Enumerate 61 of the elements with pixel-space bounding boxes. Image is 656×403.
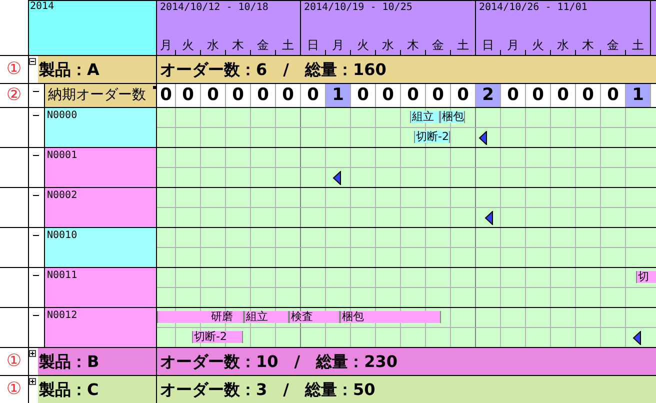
count-cell: 1	[326, 84, 351, 107]
task-bar[interactable]: 梱包	[440, 111, 465, 123]
order-id: N0002	[45, 188, 157, 227]
order-id: N0012	[45, 308, 157, 347]
weekday-label: 日	[301, 37, 326, 55]
weekday-label: 月	[501, 37, 526, 55]
weekday-label: 金	[426, 37, 451, 55]
year-label: 2014	[28, 0, 157, 55]
week-range-label: 2014/10/26 - 11/01	[478, 1, 588, 13]
task-bar[interactable]: 組立	[244, 311, 289, 323]
task-bar[interactable]: 梱包	[340, 311, 441, 323]
weekday-label: 日	[476, 37, 501, 55]
weekday-label: 水	[201, 37, 226, 55]
weekday-label: 木	[576, 37, 601, 55]
task-bar[interactable]: 切断-2	[192, 330, 243, 343]
weekday-label: 水	[551, 37, 576, 55]
product-name: 製品：C	[38, 376, 157, 403]
weekday-label: 土	[276, 37, 301, 55]
product-summary: オーダー数：6 / 総量：160	[157, 56, 656, 83]
week-range-label: 2014/10/12 - 10/18	[159, 1, 270, 13]
order-id: N0010	[45, 228, 157, 267]
product-name: 製品：A	[38, 56, 157, 83]
weekday-label: 火	[176, 37, 201, 55]
task-bar[interactable]: 切断-2	[414, 130, 450, 143]
annotation-marker: ①	[6, 381, 22, 398]
order-id: N0000	[45, 108, 157, 147]
order-id: N0001	[45, 148, 157, 187]
due-order-count-label: 納期オーダー数	[45, 84, 157, 107]
weekday-label: 月	[326, 37, 351, 55]
weekday-label: 火	[526, 37, 551, 55]
annotation-marker: ①	[6, 61, 22, 78]
expand-toggle-icon[interactable]	[29, 58, 36, 65]
week-range-label: 2014/10/19 - 10/25	[303, 1, 414, 13]
weekday-label: 土	[451, 37, 476, 55]
product-summary: オーダー数：3 / 総量：50	[157, 376, 656, 403]
product-summary: オーダー数：10 / 総量：230	[157, 348, 656, 375]
weekday-label: 金	[251, 37, 276, 55]
task-bar[interactable]: 研磨	[157, 311, 244, 323]
weekday-label: 金	[601, 37, 626, 55]
annotation-marker: ①	[6, 353, 22, 370]
deadline-marker-icon	[333, 170, 341, 185]
deadline-marker-icon	[485, 210, 493, 225]
annotation-marker: ②	[6, 87, 22, 104]
weekday-label: 水	[376, 37, 401, 55]
weekday-label: 火	[351, 37, 376, 55]
order-id: N0011	[45, 268, 157, 307]
deadline-marker-icon	[479, 130, 487, 145]
corner-square-icon	[153, 86, 156, 89]
expand-toggle-icon[interactable]	[29, 350, 36, 357]
weekday-label: 月	[157, 37, 176, 55]
task-bar[interactable]: 検査	[289, 311, 340, 323]
count-cell: 1	[626, 84, 651, 107]
weekday-label: 木	[226, 37, 251, 55]
deadline-marker-icon	[633, 330, 641, 345]
weekday-label: 木	[401, 37, 426, 55]
product-name: 製品：B	[38, 348, 157, 375]
task-bar[interactable]: 切	[636, 271, 656, 283]
expand-toggle-icon[interactable]	[29, 378, 36, 385]
task-bar[interactable]: 組立	[410, 111, 440, 123]
weekday-label: 土	[626, 37, 651, 55]
count-cell: 2	[476, 84, 501, 107]
